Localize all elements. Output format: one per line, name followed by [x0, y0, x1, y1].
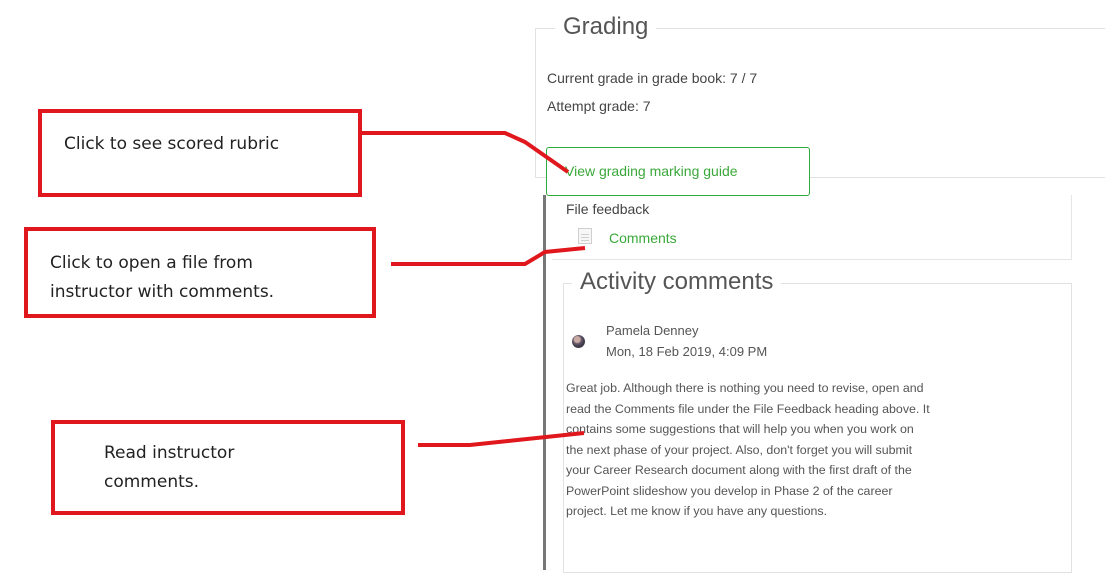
- file-callout-line: instructor with comments.: [50, 282, 275, 302]
- file-callout: Click to open a file from instructor wit…: [24, 227, 376, 318]
- comments-callout: Read instructor comments.: [51, 420, 405, 515]
- file-callout-line: Click to open a file from: [50, 253, 253, 273]
- rubric-callout: Click to see scored rubric: [38, 109, 362, 197]
- comments-callout-line: comments.: [104, 472, 200, 492]
- comments-leader-line: [418, 431, 585, 447]
- rubric-leader-line: [362, 131, 570, 174]
- rubric-callout-text: Click to see scored rubric: [64, 134, 280, 154]
- file-leader-line: [391, 246, 586, 266]
- comments-callout-line: Read instructor: [104, 443, 235, 463]
